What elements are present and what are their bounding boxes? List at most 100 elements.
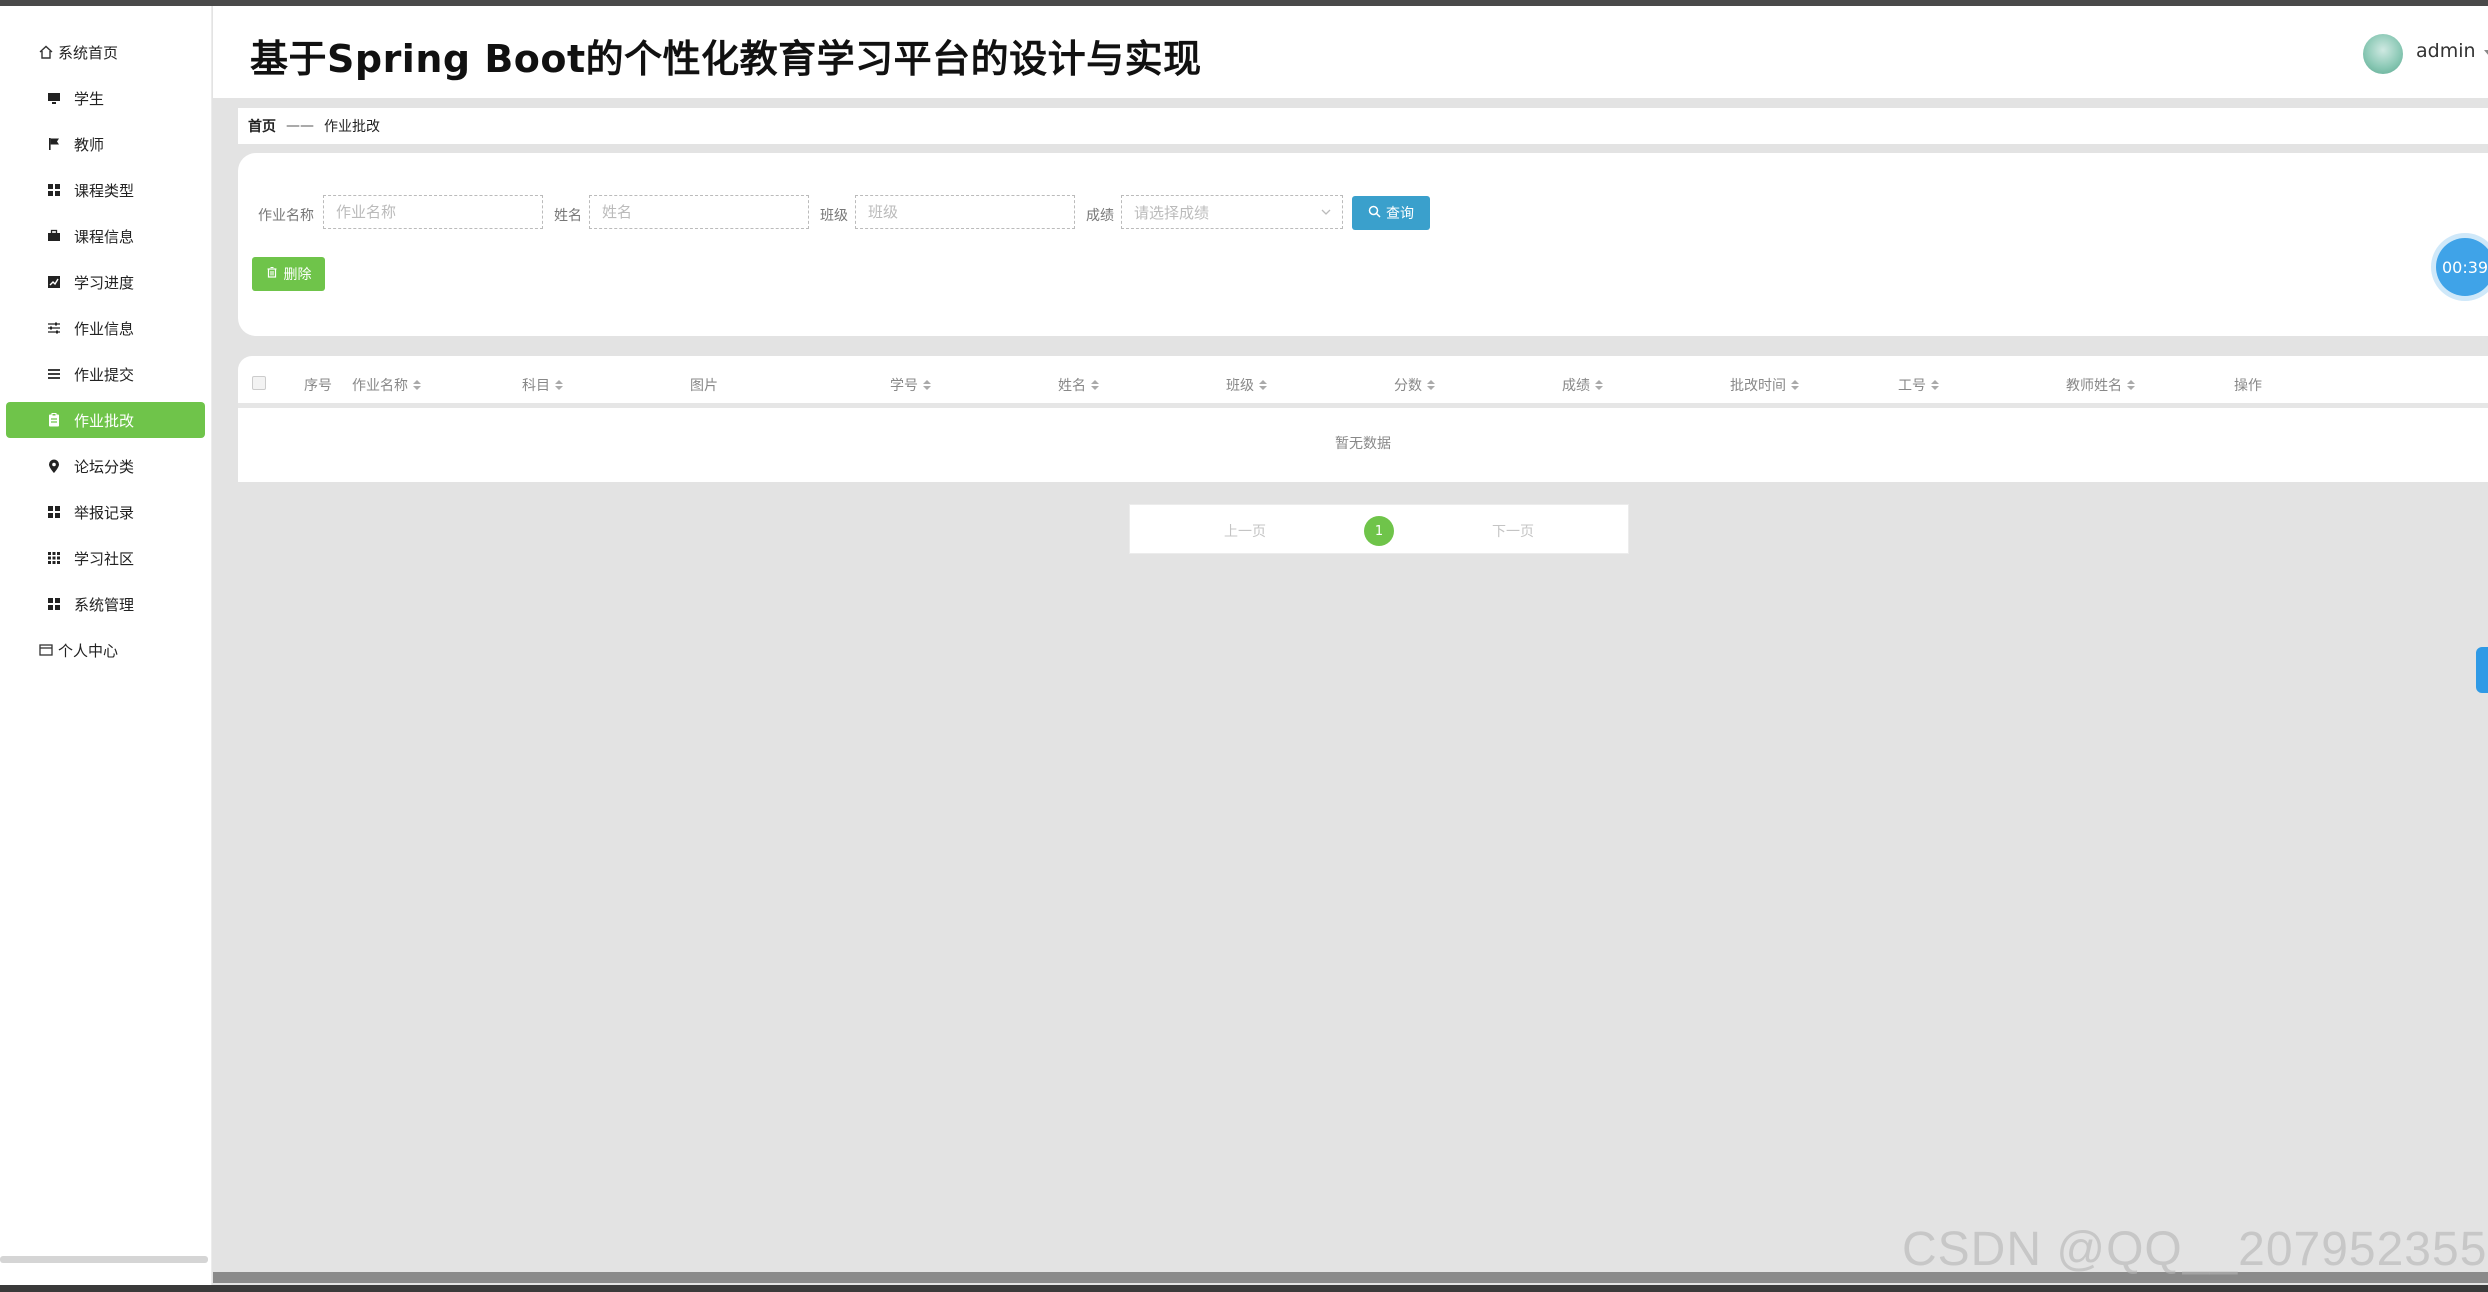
monitor-icon <box>46 90 62 106</box>
search-panel: 作业名称 姓名 班级 成绩 请选择成绩 查询 删除 <box>238 153 2488 336</box>
sidebar-item-community[interactable]: 学习社区 <box>6 540 205 576</box>
column-header-index: 序号 <box>304 378 332 394</box>
breadcrumb-current: 作业批改 <box>324 119 380 135</box>
homework-name-label: 作业名称 <box>258 208 314 224</box>
sidebar-item-forum-categories[interactable]: 论坛分类 <box>6 448 205 484</box>
chevron-down-icon <box>1320 204 1332 222</box>
column-header-homework-name[interactable]: 作业名称 <box>352 375 421 395</box>
column-header-score[interactable]: 分数 <box>1394 375 1435 395</box>
column-header-grade[interactable]: 成绩 <box>1562 375 1603 395</box>
pagination: 上一页 1 下一页 <box>1129 504 1629 554</box>
column-header-class[interactable]: 班级 <box>1226 375 1267 395</box>
column-header-name[interactable]: 姓名 <box>1058 375 1099 395</box>
watermark: CSDN @QQ__2079523559 <box>1902 1223 2488 1276</box>
page-title: 基于Spring Boot的个性化教育学习平台的设计与实现 <box>250 37 1202 81</box>
column-header-grading-time[interactable]: 批改时间 <box>1730 375 1799 395</box>
search-button[interactable]: 查询 <box>1352 196 1430 230</box>
sidebar-item-label: 系统管理 <box>74 595 135 614</box>
search-button-label: 查询 <box>1386 206 1414 222</box>
flag-icon <box>46 136 62 152</box>
page-number-current[interactable]: 1 <box>1364 516 1394 546</box>
table-header: 序号 作业名称 科目 图片 学号 姓名 班级 分数 成绩 批改时间 工号 教师姓… <box>238 356 2488 408</box>
sidebar-scrollbar[interactable] <box>0 1256 208 1263</box>
sidebar-item-label: 学生 <box>74 89 105 108</box>
homework-name-input[interactable] <box>323 195 543 229</box>
name-input[interactable] <box>589 195 809 229</box>
card-icon <box>38 642 54 658</box>
sidebar-item-home[interactable]: 系统首页 <box>6 34 205 70</box>
sidebar-item-homework-info[interactable]: 作业信息 <box>6 310 205 346</box>
grade-label: 成绩 <box>1086 208 1114 224</box>
briefcase-icon <box>46 228 62 244</box>
grid-icon <box>46 596 62 612</box>
trash-icon <box>266 266 278 282</box>
column-header-staff-id[interactable]: 工号 <box>1898 375 1939 395</box>
column-header-teacher-name[interactable]: 教师姓名 <box>2066 375 2135 395</box>
apps-icon <box>46 550 62 566</box>
sidebar-item-label: 举报记录 <box>74 503 135 522</box>
sort-icon <box>923 380 931 390</box>
delete-button[interactable]: 删除 <box>252 257 325 291</box>
name-label: 姓名 <box>554 208 582 224</box>
sidebar-item-reports[interactable]: 举报记录 <box>6 494 205 530</box>
sidebar-item-progress[interactable]: 学习进度 <box>6 264 205 300</box>
sidebar: 系统首页 学生 教师 课程类型 课程信息 学习进度 作业信息 作业提交 作业批改… <box>0 6 212 1286</box>
sidebar-item-system[interactable]: 系统管理 <box>6 586 205 622</box>
sidebar-item-course-info[interactable]: 课程信息 <box>6 218 205 254</box>
floating-timer[interactable]: 00:39 <box>2436 238 2488 296</box>
sidebar-item-homework-submit[interactable]: 作业提交 <box>6 356 205 392</box>
grade-select[interactable]: 请选择成绩 <box>1121 195 1343 229</box>
delete-button-label: 删除 <box>283 267 312 283</box>
column-header-actions: 操作 <box>2234 378 2262 394</box>
grid-icon <box>46 182 62 198</box>
sidebar-item-profile[interactable]: 个人中心 <box>6 632 205 668</box>
class-input[interactable] <box>855 195 1075 229</box>
sidebar-item-course-types[interactable]: 课程类型 <box>6 172 205 208</box>
sidebar-item-students[interactable]: 学生 <box>6 80 205 116</box>
caret-down-icon <box>2483 40 2488 62</box>
breadcrumb: 首页 —— 作业批改 <box>238 108 2488 144</box>
sidebar-item-label: 学习进度 <box>74 273 135 292</box>
sort-icon <box>1091 380 1099 390</box>
sort-icon <box>1427 380 1435 390</box>
sort-icon <box>555 380 563 390</box>
breadcrumb-home[interactable]: 首页 <box>248 116 276 136</box>
grade-select-value: 请选择成绩 <box>1134 203 1210 222</box>
sidebar-item-label: 教师 <box>74 135 105 154</box>
sidebar-item-teachers[interactable]: 教师 <box>6 126 205 162</box>
username: admin <box>2416 40 2476 62</box>
list-icon <box>46 366 62 382</box>
sidebar-item-label: 个人中心 <box>58 641 119 660</box>
avatar[interactable] <box>2363 34 2403 74</box>
user-menu[interactable]: admin <box>2416 40 2488 62</box>
sliders-icon <box>46 320 62 336</box>
sidebar-item-label: 系统首页 <box>58 43 119 62</box>
sidebar-item-label: 作业信息 <box>74 319 135 338</box>
sidebar-item-label: 论坛分类 <box>74 457 135 476</box>
empty-state: 暂无数据 <box>1335 436 1391 452</box>
sidebar-item-label: 作业提交 <box>74 365 135 384</box>
window-bottom-border <box>0 1285 2488 1292</box>
sidebar-item-label: 学习社区 <box>74 549 135 568</box>
prev-page-button[interactable]: 上一页 <box>1224 521 1266 541</box>
column-header-subject[interactable]: 科目 <box>522 375 563 395</box>
sort-icon <box>413 380 421 390</box>
class-label: 班级 <box>820 208 848 224</box>
header: 基于Spring Boot的个性化教育学习平台的设计与实现 admin <box>213 6 2488 98</box>
select-all-checkbox[interactable] <box>252 376 266 390</box>
sort-icon <box>1595 380 1603 390</box>
breadcrumb-separator: —— <box>286 118 314 134</box>
column-header-student-id[interactable]: 学号 <box>890 375 931 395</box>
sort-icon <box>2127 380 2135 390</box>
search-icon <box>1368 205 1381 222</box>
home-icon <box>38 44 54 60</box>
floating-side-tab[interactable] <box>2476 647 2488 693</box>
sort-icon <box>1791 380 1799 390</box>
sidebar-item-label: 课程信息 <box>74 227 135 246</box>
next-page-button[interactable]: 下一页 <box>1492 521 1534 541</box>
pin-icon <box>46 458 62 474</box>
sidebar-item-label: 作业批改 <box>74 411 135 430</box>
sidebar-item-label: 课程类型 <box>74 181 135 200</box>
chart-icon <box>46 274 62 290</box>
sidebar-item-homework-grading[interactable]: 作业批改 <box>6 402 205 438</box>
